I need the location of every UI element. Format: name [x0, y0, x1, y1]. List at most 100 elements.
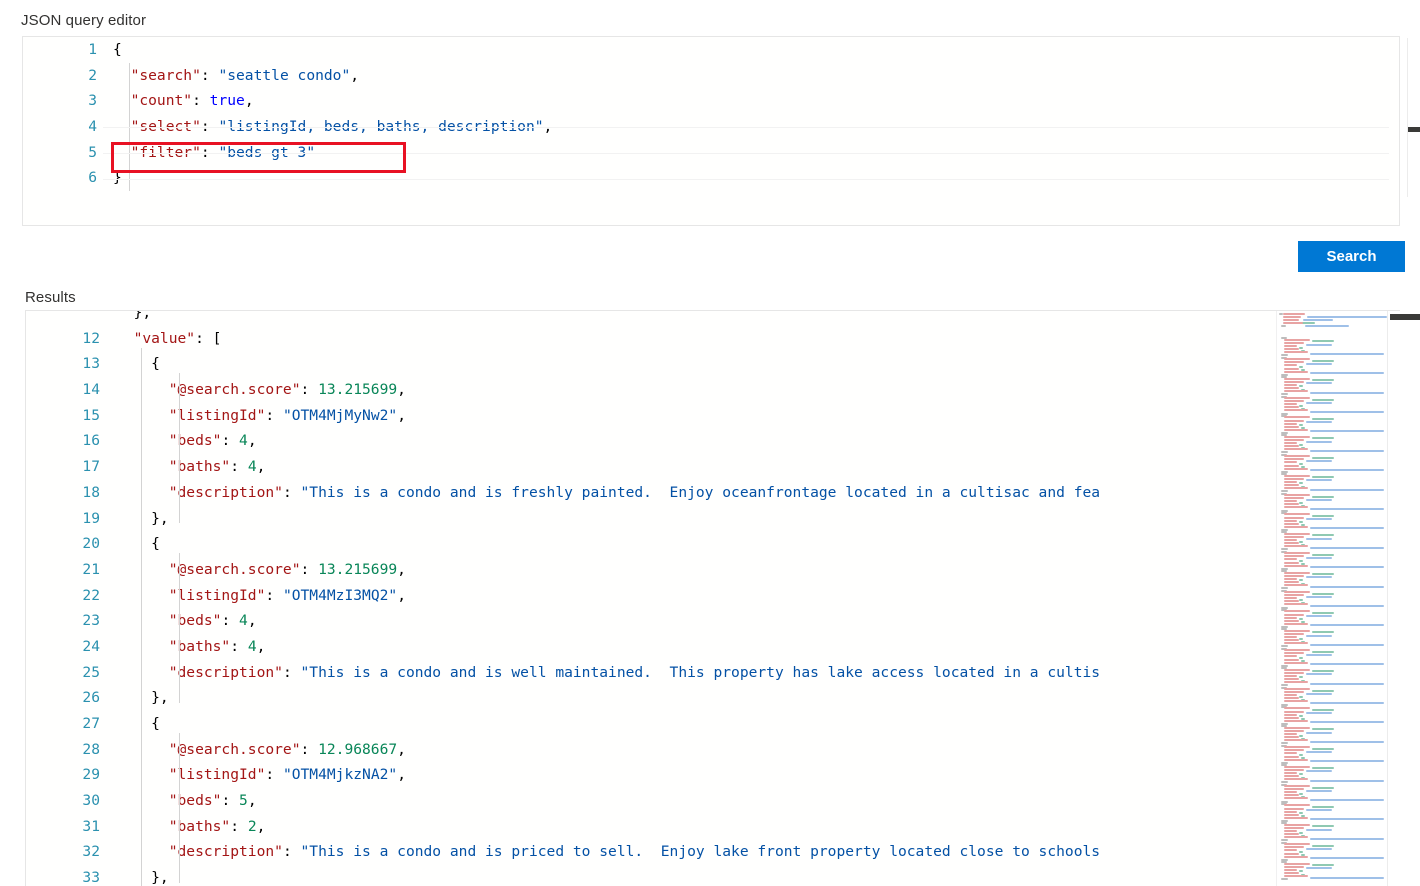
row-separator — [103, 127, 1389, 128]
minimap-line — [1284, 419, 1304, 422]
code-line[interactable]: 25 "description": "This is a condo and i… — [26, 660, 1273, 686]
code-line[interactable]: 23 "beds": 4, — [26, 608, 1273, 634]
token-number: 4 — [239, 612, 248, 630]
token-punct: , — [397, 560, 406, 578]
token-punct: : — [221, 432, 240, 450]
token-punct: : — [221, 612, 240, 630]
query-editor-scrollbar-thumb[interactable] — [1408, 127, 1420, 132]
code-line[interactable]: 29 "listingId": "OTM4MjkzNA2", — [26, 762, 1273, 788]
token-punct: : — [230, 458, 248, 476]
code-line[interactable]: 17 "baths": 4, — [26, 454, 1273, 480]
minimap-line — [1284, 688, 1310, 691]
code-line[interactable]: 26 }, — [26, 685, 1273, 711]
minimap-line — [1284, 561, 1299, 564]
minimap-line — [1284, 636, 1297, 639]
code-line[interactable]: 3 "count": true, — [23, 88, 1399, 114]
minimap-line — [1284, 351, 1308, 354]
minimap-line — [1284, 545, 1308, 548]
token-string: "OTM4MjkzNA2" — [282, 766, 398, 784]
code-line[interactable]: 19 }, — [26, 506, 1273, 532]
code-line-text: "value": [ — [116, 326, 222, 352]
minimap-line — [1306, 653, 1332, 656]
code-line[interactable]: 16 "beds": 4, — [26, 428, 1273, 454]
code-line-text: { — [116, 531, 160, 557]
results-scrollbar-thumb[interactable] — [1390, 314, 1420, 320]
results-minimap[interactable] — [1276, 311, 1389, 886]
minimap-line — [1284, 639, 1299, 642]
code-line[interactable]: 1{ — [23, 37, 1399, 63]
minimap-line — [1284, 542, 1299, 545]
query-editor-code-area[interactable]: 1{2 "search": "seattle condo", 3 "count":… — [23, 37, 1399, 225]
minimap-line — [1310, 702, 1384, 704]
search-button[interactable]: Search — [1298, 241, 1405, 272]
minimap-line — [1284, 535, 1304, 538]
token-punct: , — [397, 766, 406, 784]
results-scrollbar[interactable] — [1388, 311, 1400, 886]
token-string: "OTM4MjMyNw2" — [282, 406, 398, 424]
code-line[interactable]: 33 }, — [26, 865, 1273, 886]
minimap-line — [1281, 878, 1288, 881]
code-line-clipped: }, — [26, 311, 1273, 326]
code-line[interactable]: 27 { — [26, 711, 1273, 737]
minimap-line — [1284, 409, 1308, 412]
minimap-line — [1312, 418, 1334, 420]
minimap-line — [1284, 649, 1310, 652]
minimap-line — [1284, 348, 1299, 351]
code-line[interactable]: 22 "listingId": "OTM4MzI3MQ2", — [26, 583, 1273, 609]
token-punct: , — [247, 432, 257, 450]
minimap-line — [1310, 430, 1384, 433]
minimap-line — [1306, 498, 1332, 501]
code-line[interactable]: 13 { — [26, 351, 1273, 377]
token-punct: { — [116, 355, 160, 373]
minimap-line — [1284, 532, 1310, 535]
minimap-line — [1284, 668, 1310, 671]
minimap-line — [1284, 474, 1310, 477]
code-line[interactable]: 15 "listingId": "OTM4MjMyNw2", — [26, 403, 1273, 429]
line-number: 26 — [82, 689, 100, 707]
minimap-line — [1284, 788, 1304, 791]
minimap-line — [1284, 733, 1297, 736]
token-number: 5 — [239, 792, 248, 810]
minimap-line — [1284, 810, 1297, 813]
token-punct: : — [282, 663, 301, 681]
code-line[interactable]: 20 { — [26, 531, 1273, 557]
line-number: 29 — [82, 766, 100, 784]
token-punct: : — [230, 637, 248, 655]
minimap-line — [1284, 461, 1297, 464]
token-number: 13.215699 — [318, 560, 398, 578]
code-line[interactable]: 14 "@search.score": 13.215699, — [26, 377, 1273, 403]
minimap-line — [1310, 799, 1384, 801]
minimap-line — [1306, 867, 1332, 870]
code-line[interactable]: 2 "search": "seattle condo", — [23, 63, 1399, 89]
minimap-line — [1310, 585, 1384, 588]
minimap-line — [1284, 577, 1297, 580]
code-line[interactable]: 32 "description": "This is a condo and i… — [26, 839, 1273, 865]
code-line[interactable]: 21 "@search.score": 13.215699, — [26, 557, 1273, 583]
line-number: 1 — [88, 41, 97, 58]
results-code-area[interactable]: }, 12 "value": [13 {14 "@search.score": 1… — [26, 311, 1273, 886]
minimap-line — [1284, 749, 1304, 752]
token-punct: : — [192, 92, 210, 110]
minimap-line — [1284, 765, 1310, 768]
minimap-line — [1299, 676, 1303, 679]
minimap-line — [1284, 574, 1304, 577]
code-line[interactable]: 30 "beds": 5, — [26, 788, 1273, 814]
minimap-line — [1306, 518, 1332, 521]
minimap-line — [1284, 807, 1304, 810]
line-number: 16 — [82, 432, 100, 450]
minimap-line — [1284, 600, 1299, 603]
results-editor[interactable]: }, 12 "value": [13 {14 "@search.score": 1… — [25, 310, 1420, 886]
minimap-line — [1299, 637, 1303, 640]
minimap-line — [1284, 823, 1310, 826]
code-line[interactable]: 28 "@search.score": 12.968667, — [26, 737, 1273, 763]
minimap-line — [1299, 695, 1303, 698]
token-punct: , — [397, 381, 406, 399]
code-line[interactable]: 31 "baths": 2, — [26, 814, 1273, 840]
minimap-line — [1306, 401, 1332, 404]
code-line[interactable]: 24 "baths": 4, — [26, 634, 1273, 660]
code-line[interactable]: 12 "value": [ — [26, 326, 1273, 352]
code-line[interactable]: 18 "description": "This is a condo and i… — [26, 480, 1273, 506]
minimap-line — [1284, 868, 1297, 871]
json-query-editor[interactable]: 1{2 "search": "seattle condo", 3 "count":… — [22, 36, 1420, 226]
minimap-line — [1284, 603, 1308, 606]
